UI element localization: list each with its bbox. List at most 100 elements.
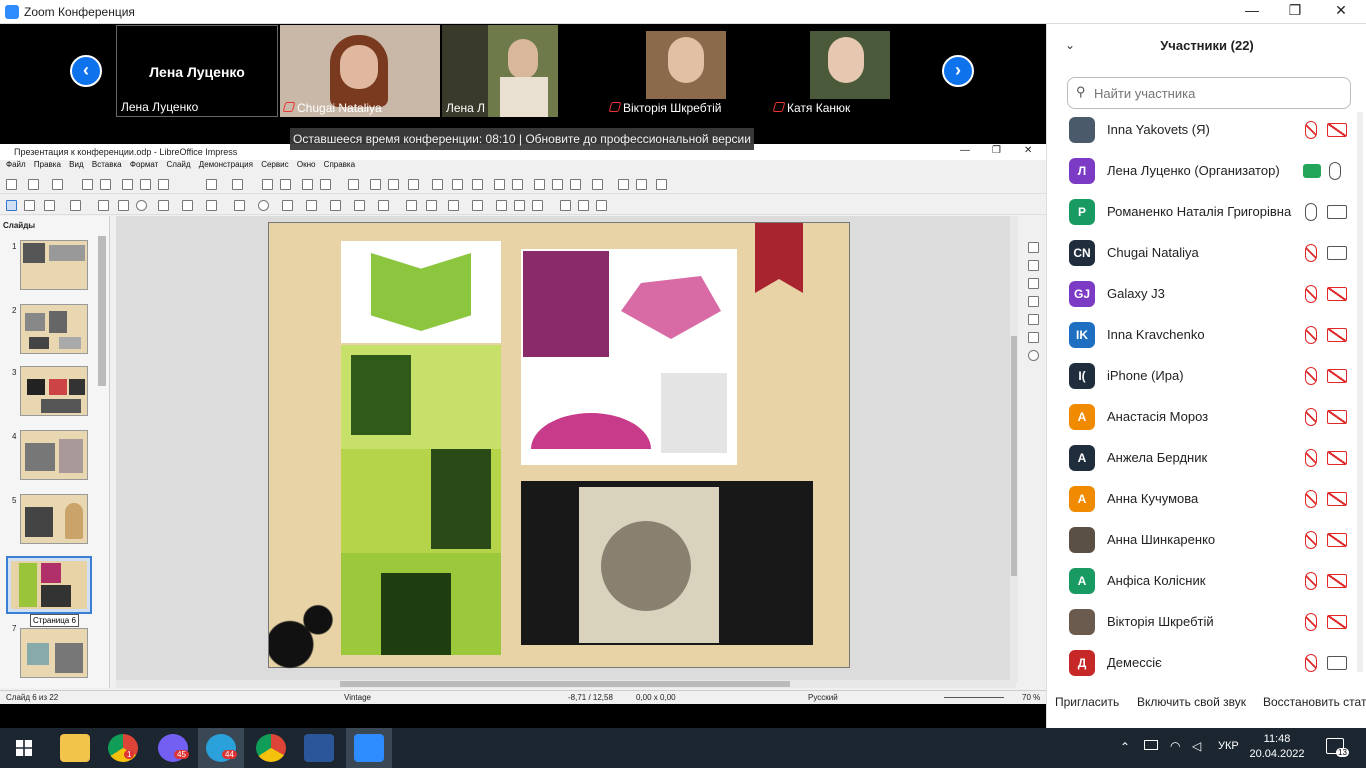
curve-icon[interactable] (182, 200, 193, 211)
chrome-icon[interactable] (108, 734, 138, 762)
rotate-icon[interactable] (406, 200, 417, 211)
vertical-scroll-thumb[interactable] (1011, 336, 1017, 576)
slide-transition-icon[interactable] (1028, 260, 1039, 271)
wifi-icon[interactable]: ◠ (1170, 739, 1180, 753)
media-icon[interactable] (452, 179, 463, 190)
clock[interactable]: 11:48 20.04.2022 (1247, 732, 1307, 762)
hyperlink-icon[interactable] (552, 179, 563, 190)
copy-icon[interactable] (140, 179, 151, 190)
slide-thumbnail[interactable] (20, 430, 88, 480)
redo-icon[interactable] (232, 179, 243, 190)
align-icon[interactable] (426, 200, 437, 211)
fill-color-icon[interactable] (70, 200, 81, 211)
undo-icon[interactable] (206, 179, 217, 190)
arrange-icon[interactable] (448, 200, 459, 211)
menu-help[interactable]: Справка (324, 160, 355, 169)
menu-slide[interactable]: Слайд (167, 160, 191, 169)
connector-icon[interactable] (206, 200, 217, 211)
language-status[interactable]: Русский (808, 693, 838, 702)
prev-videos-button[interactable]: ‹ (70, 55, 102, 87)
next-videos-button[interactable]: › (942, 55, 974, 87)
grid-icon[interactable] (302, 179, 313, 190)
horizontal-scrollbar[interactable] (116, 680, 1016, 688)
glue-points-icon[interactable] (578, 200, 589, 211)
zoom-icon[interactable] (24, 200, 35, 211)
distribute-icon[interactable] (472, 200, 483, 211)
menu-view[interactable]: Вид (69, 160, 83, 169)
chrome-profile-icon[interactable] (256, 734, 286, 762)
navigator-icon[interactable] (1028, 350, 1039, 361)
search-input[interactable] (1094, 84, 1344, 102)
spelling-icon[interactable] (280, 179, 291, 190)
video-tile[interactable]: Вікторія Шкребтій (606, 25, 746, 117)
slide-thumbnail[interactable] (20, 366, 88, 416)
windows-start-icon[interactable] (16, 740, 32, 756)
shadow-icon[interactable] (496, 200, 507, 211)
display-views-icon[interactable] (320, 179, 331, 190)
crop-icon[interactable] (514, 200, 525, 211)
show-hidden-icons-icon[interactable]: ⌃ (1120, 740, 1130, 754)
video-tile[interactable]: Лена Л (442, 25, 558, 117)
styles-icon[interactable] (1028, 314, 1039, 325)
participant-row[interactable]: Вікторія Шкребтій (1047, 602, 1359, 643)
lo-maximize-button[interactable]: ❐ (992, 145, 1001, 156)
line-color-icon[interactable] (44, 200, 55, 211)
slide-thumbnail[interactable] (20, 494, 88, 544)
block-arrows-icon[interactable] (282, 200, 293, 211)
slides-scrollbar[interactable] (98, 236, 106, 386)
show-draw-functions-icon[interactable] (570, 179, 581, 190)
zoom-level[interactable]: 70 % (1022, 693, 1040, 702)
participant-row[interactable]: Л Лена Луценко (Организатор) (1047, 151, 1359, 192)
open-icon[interactable] (28, 179, 39, 190)
participant-search[interactable]: ⚲ (1067, 77, 1351, 109)
arrow-icon[interactable] (158, 200, 169, 211)
word-icon[interactable] (304, 734, 334, 762)
participants-scrollbar[interactable] (1357, 112, 1363, 672)
menu-file[interactable]: Файл (6, 160, 26, 169)
slide-thumbnail[interactable] (20, 304, 88, 354)
invite-button[interactable]: Пригласить (1055, 695, 1119, 709)
time-remaining-notice[interactable]: Оставшееся время конференции: 08:10 | Об… (290, 128, 754, 150)
menu-slideshow[interactable]: Демонстрация (199, 160, 253, 169)
minimize-button[interactable]: — (1232, 2, 1272, 18)
battery-icon[interactable] (1144, 740, 1158, 750)
fontwork-icon[interactable] (534, 179, 545, 190)
filter-icon[interactable] (532, 200, 543, 211)
slide-thumbnail[interactable] (20, 628, 88, 678)
find-icon[interactable] (262, 179, 273, 190)
menu-edit[interactable]: Правка (34, 160, 61, 169)
unmute-button[interactable]: Включить свой звук (1137, 695, 1246, 709)
participant-row[interactable]: Р Романенко Наталія Григорівна (1047, 192, 1359, 233)
menu-window[interactable]: Окно (297, 160, 316, 169)
table-icon[interactable] (408, 179, 419, 190)
current-slide[interactable] (268, 222, 850, 669)
export-pdf-icon[interactable] (82, 179, 93, 190)
cut-icon[interactable] (122, 179, 133, 190)
flowchart-icon[interactable] (306, 200, 317, 211)
image-icon[interactable] (432, 179, 443, 190)
participant-row[interactable]: Inna Yakovets (Я) (1047, 110, 1359, 151)
video-tile[interactable]: Катя Канюк (770, 25, 900, 117)
volume-icon[interactable]: ◁ (1192, 739, 1201, 753)
ellipse-icon[interactable] (136, 200, 147, 211)
participant-row[interactable]: А Анжела Бердник (1047, 438, 1359, 479)
points-icon[interactable] (560, 200, 571, 211)
participant-row[interactable]: I(iPhone (Ира) (1047, 356, 1359, 397)
participant-row[interactable]: А Анастасія Мороз (1047, 397, 1359, 438)
restore-button[interactable]: Восстановить стату (1263, 695, 1366, 709)
language-indicator[interactable]: УКР (1218, 740, 1239, 752)
slide-layout-icon[interactable] (636, 179, 647, 190)
toggle-extrusion-icon[interactable] (596, 200, 607, 211)
animation-deck-icon[interactable] (1028, 278, 1039, 289)
lo-minimize-button[interactable]: — (960, 145, 970, 156)
new-slide-icon[interactable] (656, 179, 667, 190)
gallery-icon[interactable] (1028, 332, 1039, 343)
menu-format[interactable]: Формат (130, 160, 158, 169)
file-explorer-icon[interactable] (60, 734, 90, 762)
horizontal-scroll-thumb[interactable] (340, 681, 790, 687)
participant-row[interactable]: А Анфіса Колісник (1047, 561, 1359, 602)
master-slides-icon[interactable] (1028, 296, 1039, 307)
zoom-slider[interactable] (944, 697, 1004, 698)
vertical-scrollbar[interactable] (1010, 216, 1018, 682)
lo-close-button[interactable]: ✕ (1024, 145, 1032, 156)
